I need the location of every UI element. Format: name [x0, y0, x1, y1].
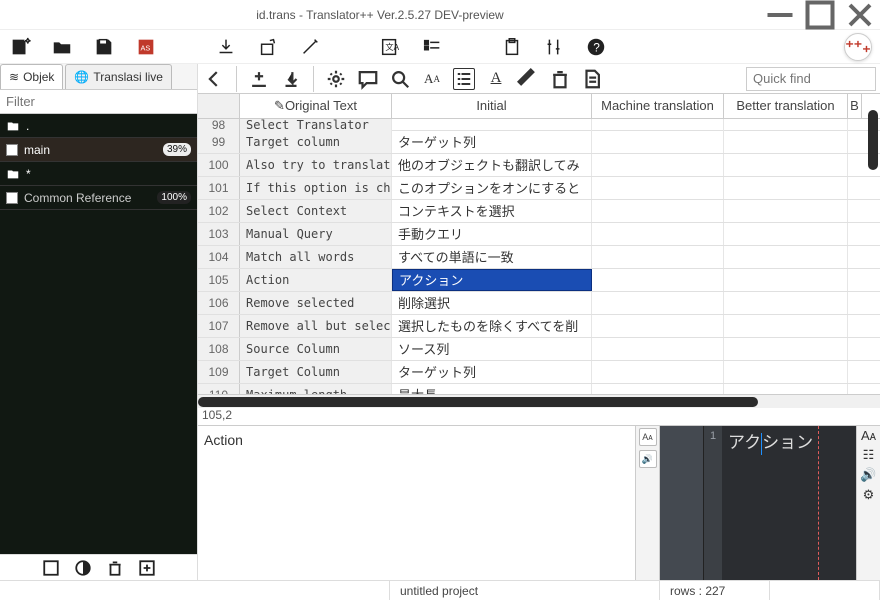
save-icon[interactable]	[92, 35, 116, 59]
grid-header: ✎ Original Text Initial Machine translat…	[198, 94, 880, 119]
svg-text:文A: 文A	[385, 41, 399, 51]
horizontal-scrollbar[interactable]	[198, 394, 880, 407]
export-icon[interactable]	[256, 35, 280, 59]
project-name: untitled project	[390, 581, 660, 600]
table-row[interactable]: 110Maximum length最大長	[198, 384, 880, 394]
brush-icon[interactable]	[517, 68, 539, 90]
main-toolbar: ✦ AS 文A ? ⁺⁺₊	[0, 30, 880, 64]
font-size-icon[interactable]: AA	[421, 68, 443, 90]
wand-icon[interactable]	[298, 35, 322, 59]
tools-icon[interactable]	[542, 35, 566, 59]
chevron-left-icon[interactable]	[203, 68, 225, 90]
filter-input[interactable]	[0, 90, 197, 113]
svg-text:✦: ✦	[25, 36, 31, 45]
settings-icon[interactable]	[325, 68, 347, 90]
table-row[interactable]: 108Source Columnソース列	[198, 338, 880, 361]
add-box-icon[interactable]	[138, 559, 156, 577]
table-row[interactable]: 103Manual Query手動クエリ	[198, 223, 880, 246]
status-bar: untitled project rows : 227	[0, 580, 880, 600]
font-small-icon[interactable]: Aᴀ	[861, 428, 876, 443]
tab-objek[interactable]: ≋Objek	[0, 64, 63, 89]
gear-icon[interactable]: ⚙	[863, 487, 875, 503]
select-rect-icon[interactable]	[42, 559, 60, 577]
window-title: id.trans - Translator++ Ver.2.5.27 DEV-p…	[0, 8, 760, 22]
checkbox-icon[interactable]	[6, 144, 18, 156]
trash-icon[interactable]	[106, 559, 124, 577]
list-view-icon[interactable]	[453, 68, 475, 90]
tree-item[interactable]: Common Reference100%	[0, 186, 197, 210]
table-row[interactable]: 102Select Contextコンテキストを選択	[198, 200, 880, 223]
grid-body[interactable]: 98Select Translator99Target columnターゲット列…	[198, 119, 880, 394]
clipboard-icon[interactable]	[500, 35, 524, 59]
tree-item[interactable]: *	[0, 162, 197, 186]
table-row[interactable]: 107Remove all but selec選択したものを除くすべてを削	[198, 315, 880, 338]
checkbox-icon[interactable]	[6, 192, 18, 204]
editor-textarea[interactable]: アクション	[722, 426, 856, 580]
svg-text:?: ?	[593, 40, 600, 54]
properties-icon[interactable]	[420, 35, 444, 59]
progress-badge: 100%	[157, 191, 191, 204]
folder-icon	[6, 167, 20, 181]
import-cell-icon[interactable]	[280, 68, 302, 90]
table-row[interactable]: 104Match all wordsすべての単語に一致	[198, 246, 880, 269]
open-folder-icon[interactable]	[50, 35, 74, 59]
table-row[interactable]: 105Actionアクション	[198, 269, 880, 292]
table-row[interactable]: 109Target Columnターゲット列	[198, 361, 880, 384]
vertical-scrollbar[interactable]	[868, 110, 878, 170]
add-row-icon[interactable]	[248, 68, 270, 90]
pencil-icon: ✎	[274, 98, 285, 114]
comment-icon[interactable]	[357, 68, 379, 90]
cell-coordinate: 105,2	[198, 408, 880, 425]
contrast-icon[interactable]	[74, 559, 92, 577]
font-style-icon[interactable]: A	[485, 68, 507, 90]
table-row[interactable]: 100Also try to translat他のオブジェクトも翻訳してみ	[198, 154, 880, 177]
line-number: 1	[704, 426, 722, 580]
sound-icon[interactable]: 🔊	[639, 450, 657, 468]
save-as-icon[interactable]: AS	[134, 35, 158, 59]
source-text-panel: Action	[198, 426, 636, 580]
table-row[interactable]: 98Select Translator	[198, 119, 880, 131]
list-small-icon[interactable]: ☷	[863, 447, 875, 463]
tree-item[interactable]: .	[0, 114, 197, 138]
object-tree[interactable]: . main39% * Common Reference100%	[0, 114, 197, 554]
progress-badge: 39%	[163, 143, 191, 156]
tree-item[interactable]: main39%	[0, 138, 197, 162]
document-icon[interactable]	[581, 68, 603, 90]
table-row[interactable]: 101If this option is chこのオプションをオンにすると	[198, 177, 880, 200]
maximize-button[interactable]	[800, 0, 840, 30]
font-small-icon[interactable]: Aᴀ	[639, 428, 657, 446]
translate-doc-icon[interactable]: 文A	[378, 35, 402, 59]
table-row[interactable]: 106Remove selected削除選択	[198, 292, 880, 315]
table-row[interactable]: 99Target columnターゲット列	[198, 131, 880, 154]
new-project-icon[interactable]: ✦	[8, 35, 32, 59]
trash-icon[interactable]	[549, 68, 571, 90]
import-icon[interactable]	[214, 35, 238, 59]
help-icon[interactable]: ?	[584, 35, 608, 59]
tab-translasi-live[interactable]: 🌐Translasi live	[65, 64, 172, 89]
add-plus-button[interactable]: ⁺⁺₊	[844, 33, 872, 61]
sound-icon[interactable]: 🔊	[860, 467, 876, 483]
quick-find-input[interactable]	[746, 67, 876, 91]
svg-text:AS: AS	[141, 43, 151, 52]
search-icon[interactable]	[389, 68, 411, 90]
globe-icon: 🌐	[74, 70, 89, 84]
row-count: rows : 227	[660, 581, 770, 600]
folder-icon	[6, 119, 20, 133]
editor-panel[interactable]: Aᴀ 🔊 1 アクション Aᴀ ☷ 🔊 ⚙	[636, 426, 880, 580]
minimize-button[interactable]	[760, 0, 800, 30]
secondary-toolbar: AA A	[198, 64, 880, 94]
layers-icon: ≋	[9, 70, 19, 84]
close-button[interactable]	[840, 0, 880, 30]
